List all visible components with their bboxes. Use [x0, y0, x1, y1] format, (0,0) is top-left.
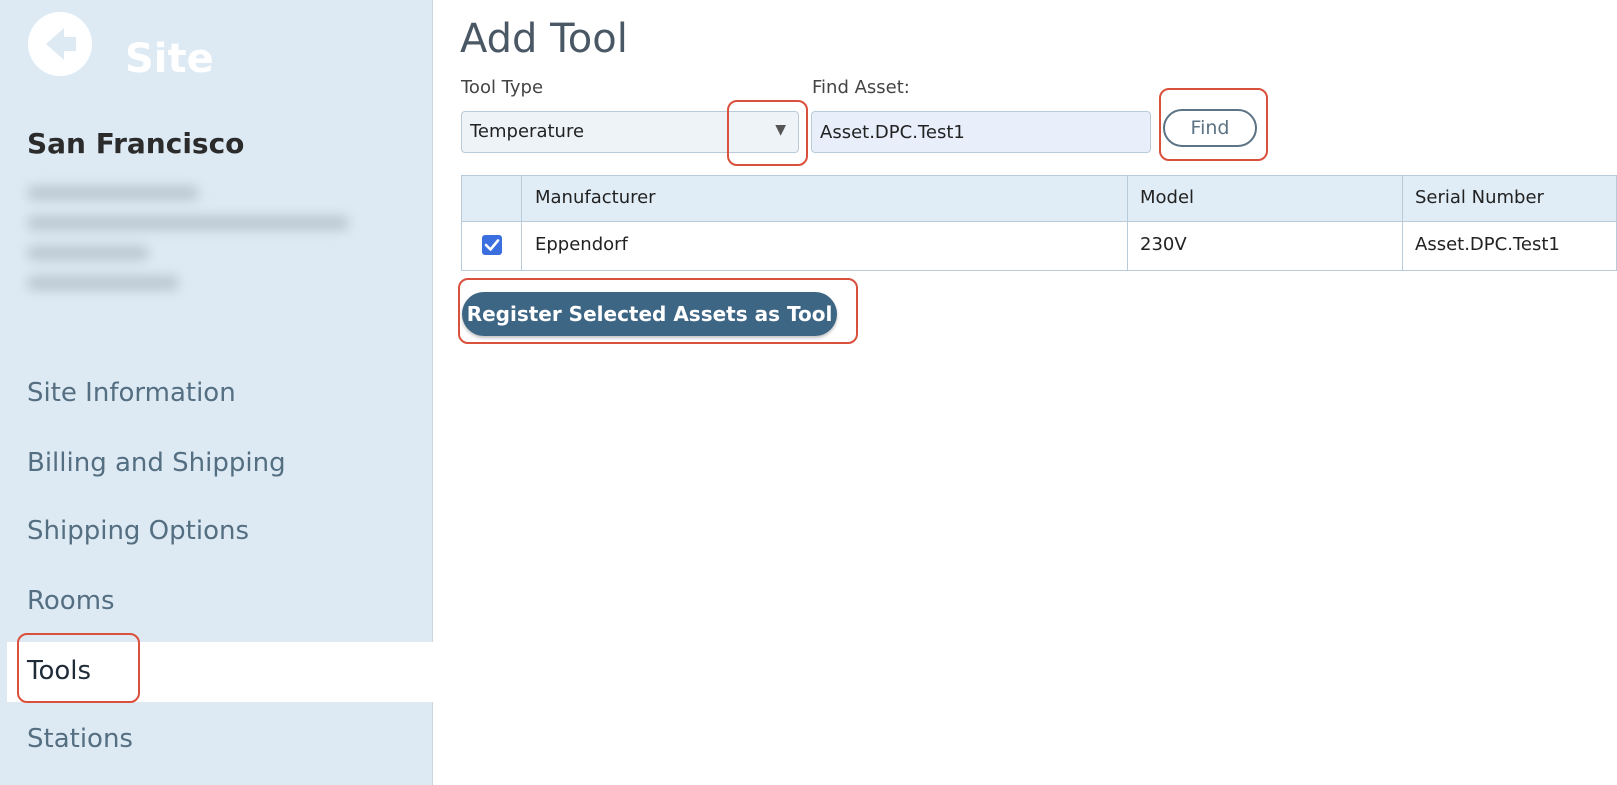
register-selected-assets-button[interactable]: Register Selected Assets as Tool: [462, 292, 837, 336]
sidebar-item-site-information[interactable]: Site Information: [0, 364, 432, 424]
back-arrow-icon[interactable]: [28, 12, 92, 76]
header-serial-number: Serial Number: [1415, 187, 1544, 208]
tool-type-value: Temperature: [470, 121, 585, 142]
sidebar-item-tools[interactable]: Tools: [7, 642, 433, 702]
sidebar-item-billing-and-shipping[interactable]: Billing and Shipping: [0, 434, 432, 494]
sidebar-item-label: Tools: [27, 656, 92, 686]
cell-manufacturer: Eppendorf: [535, 234, 628, 255]
sidebar-item-label: Site Information: [27, 378, 236, 408]
sidebar-item-label: Shipping Options: [27, 516, 250, 546]
row-checkbox[interactable]: [482, 235, 502, 255]
header-manufacturer: Manufacturer: [535, 187, 656, 208]
sidebar: Site San Francisco Site Information Bill…: [0, 0, 433, 785]
find-asset-input[interactable]: [811, 111, 1151, 153]
tool-type-label: Tool Type: [461, 77, 544, 98]
sidebar-item-label: Billing and Shipping: [27, 448, 286, 478]
sidebar-item-label: Rooms: [27, 586, 115, 616]
dropdown-arrow-icon[interactable]: ▼: [775, 122, 786, 138]
find-button[interactable]: Find: [1163, 109, 1257, 147]
sidebar-item-shipping-options[interactable]: Shipping Options: [0, 502, 432, 562]
cell-model: 230V: [1140, 234, 1187, 255]
sidebar-item-rooms[interactable]: Rooms: [0, 572, 432, 632]
sidebar-item-label: Stations: [27, 724, 133, 754]
cell-serial-number: Asset.DPC.Test1: [1415, 234, 1560, 255]
site-name: San Francisco: [27, 127, 245, 160]
checkmark-icon: [484, 239, 500, 251]
tool-type-select[interactable]: Temperature ▼: [461, 111, 799, 153]
page-title: Add Tool: [460, 16, 628, 62]
find-asset-label: Find Asset:: [812, 77, 910, 98]
section-label: Site: [125, 36, 214, 82]
blurred-address: [18, 178, 368, 306]
sidebar-item-stations[interactable]: Stations: [0, 710, 432, 770]
header-model: Model: [1140, 187, 1195, 208]
asset-table: Manufacturer Model Serial Number Eppendo…: [461, 175, 1617, 271]
